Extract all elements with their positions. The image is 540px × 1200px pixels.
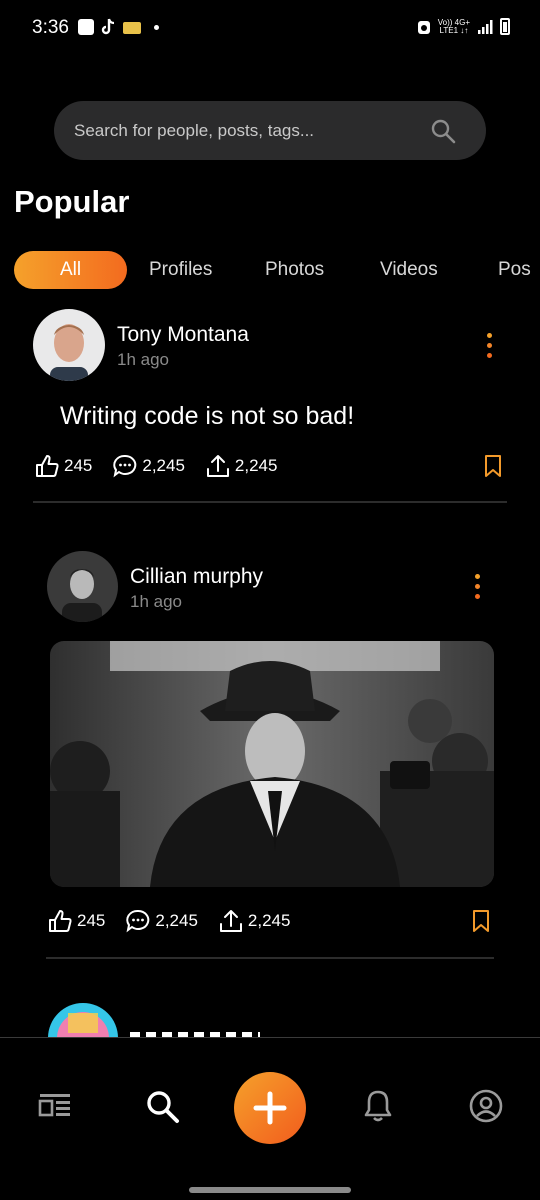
comment-count: 2,245 xyxy=(142,456,185,475)
page-title: Popular xyxy=(14,184,130,219)
search-icon[interactable] xyxy=(430,118,456,144)
more-notifications-dot xyxy=(154,24,159,30)
like-icon xyxy=(36,455,59,477)
notification-icons xyxy=(78,18,159,36)
tiktok-icon xyxy=(101,18,115,35)
more-options-icon[interactable] xyxy=(475,574,481,602)
post-time: 1h ago xyxy=(117,350,169,369)
avatar[interactable] xyxy=(47,551,118,622)
system-icons: Vo)) 4G+ LTE1 ↓↑ xyxy=(417,18,510,35)
comment-button[interactable]: 2,245 xyxy=(112,453,185,479)
post-divider xyxy=(46,957,494,959)
search-input[interactable] xyxy=(74,101,414,160)
like-button[interactable]: 245 xyxy=(47,908,105,934)
add-icon xyxy=(253,1091,287,1125)
comment-icon xyxy=(113,454,137,478)
share-button[interactable]: 2,245 xyxy=(205,453,278,479)
status-bar: 3:36 Vo)) 4G+ LTE1 ↓↑ xyxy=(0,0,540,60)
tab-videos[interactable]: Videos xyxy=(380,251,438,289)
share-count: 2,245 xyxy=(234,456,278,475)
tab-posts[interactable]: Pos xyxy=(498,251,531,289)
status-time: 3:36 xyxy=(32,17,69,38)
like-icon xyxy=(49,910,72,932)
search-icon[interactable] xyxy=(144,1088,180,1124)
post-actions: 245 2,245 2,245 xyxy=(34,452,297,480)
post-divider xyxy=(33,501,507,503)
post-text: Writing code is not so bad! xyxy=(60,402,355,430)
carrier-bottom-label: LTE1 ↓↑ xyxy=(439,25,469,35)
feed-icon[interactable] xyxy=(37,1088,73,1124)
avatar[interactable] xyxy=(48,1003,118,1037)
tab-profiles[interactable]: Profiles xyxy=(149,251,212,289)
gesture-bar xyxy=(189,1187,351,1193)
search-bar[interactable] xyxy=(54,101,486,160)
more-options-icon[interactable] xyxy=(487,333,493,361)
comment-count: 2,245 xyxy=(155,911,198,930)
avatar[interactable] xyxy=(33,309,105,381)
battery-icon xyxy=(500,18,510,35)
comment-button[interactable]: 2,245 xyxy=(125,908,198,934)
gallery-icon xyxy=(78,19,94,35)
bell-icon[interactable] xyxy=(360,1088,396,1124)
alarm-icon xyxy=(417,20,430,34)
signal-icon xyxy=(478,19,493,34)
like-button[interactable]: 245 xyxy=(34,453,92,479)
post-photo[interactable] xyxy=(50,641,494,887)
post-author[interactable]: Tony Montana xyxy=(117,323,249,347)
share-button[interactable]: 2,245 xyxy=(218,908,291,934)
network-labels: Vo)) 4G+ LTE1 ↓↑ xyxy=(438,18,470,35)
comment-icon xyxy=(126,909,150,933)
post-author-partial xyxy=(130,1018,270,1037)
profile-icon[interactable] xyxy=(468,1088,504,1124)
like-count: 245 xyxy=(64,456,93,475)
tab-photos[interactable]: Photos xyxy=(265,251,324,289)
post-author[interactable]: Cillian murphy xyxy=(130,565,263,589)
bookmark-icon[interactable] xyxy=(472,909,490,933)
add-post-button[interactable] xyxy=(234,1072,306,1144)
app-icon xyxy=(123,22,141,34)
nav-divider xyxy=(0,1037,540,1038)
like-count: 245 xyxy=(77,911,106,930)
share-icon xyxy=(219,910,242,932)
filter-tabs: All Profiles Photos Videos Pos xyxy=(14,251,540,289)
post-time: 1h ago xyxy=(130,592,182,611)
share-count: 2,245 xyxy=(247,911,291,930)
share-icon xyxy=(206,455,229,477)
bookmark-icon[interactable] xyxy=(484,454,502,478)
tab-all[interactable]: All xyxy=(14,251,127,289)
post-actions: 245 2,245 2,245 xyxy=(47,907,310,935)
